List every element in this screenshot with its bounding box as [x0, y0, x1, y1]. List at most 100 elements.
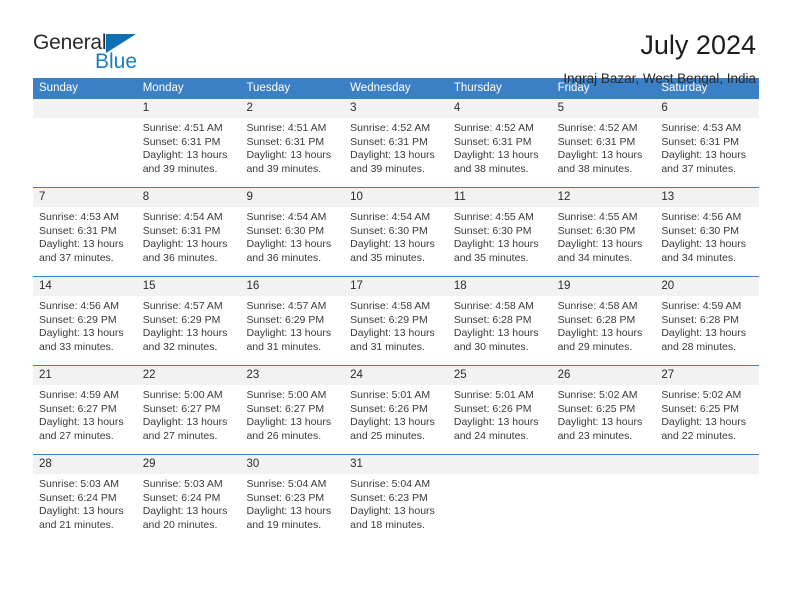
day-number[interactable]: 29	[137, 455, 241, 474]
day-detail-band: Sunrise: 4:59 AM Sunset: 6:27 PM Daylight:…	[33, 385, 759, 454]
day-cell[interactable]: Sunrise: 4:55 AM Sunset: 6:30 PM Daylight:…	[448, 207, 552, 276]
day-number[interactable]: 25	[448, 366, 552, 385]
calendar-weeks: 1 2 3 4 5 6 Sunrise: 4:51 AM Sunset: 6:31 PM Day…	[33, 99, 760, 543]
day-cell[interactable]: Sunrise: 4:52 AM Sunset: 6:31 PM Daylight:…	[448, 118, 552, 187]
day-number[interactable]: 17	[344, 277, 448, 296]
day-info-line: Sunrise: 4:55 AM	[453, 211, 534, 223]
day-number[interactable]: 30	[240, 455, 344, 474]
day-cell[interactable]: Sunrise: 5:00 AM Sunset: 6:27 PM Daylight:…	[137, 385, 241, 454]
day-info-line: Sunset: 6:24 PM	[142, 491, 221, 504]
day-cell[interactable]: Sunrise: 5:02 AM Sunset: 6:25 PM Daylight:…	[655, 385, 759, 454]
day-info-line: and 24 minutes.	[453, 429, 529, 442]
day-info-line: Sunset: 6:29 PM	[246, 313, 325, 326]
day-cell[interactable]: Sunrise: 4:59 AM Sunset: 6:28 PM Daylight:…	[655, 296, 759, 365]
day-info-line: Sunset: 6:31 PM	[246, 135, 325, 148]
day-cell[interactable]: Sunrise: 4:58 AM Sunset: 6:28 PM Daylight:…	[552, 296, 656, 365]
day-cell[interactable]: Sunrise: 4:56 AM Sunset: 6:30 PM Daylight:…	[655, 207, 759, 276]
day-info-line: Sunset: 6:29 PM	[350, 313, 428, 326]
day-number[interactable]: 6	[655, 99, 759, 118]
day-cell-empty	[552, 474, 656, 543]
day-number[interactable]: 11	[448, 188, 552, 207]
day-number[interactable]: 9	[240, 188, 344, 207]
day-cell[interactable]: Sunrise: 5:02 AM Sunset: 6:25 PM Daylight:…	[552, 385, 656, 454]
day-number[interactable]: 24	[344, 366, 448, 385]
day-number[interactable]: 15	[137, 277, 241, 296]
day-cell[interactable]: Sunrise: 4:51 AM Sunset: 6:31 PM Daylight:…	[137, 118, 241, 187]
day-info-line: Sunrise: 4:51 AM	[142, 122, 223, 134]
day-cell[interactable]: Sunrise: 5:04 AM Sunset: 6:23 PM Daylight:…	[344, 474, 448, 543]
day-number[interactable]: 12	[552, 188, 656, 207]
day-cell[interactable]: Sunrise: 4:58 AM Sunset: 6:28 PM Daylight:…	[448, 296, 552, 365]
day-info-line: Sunrise: 4:53 AM	[39, 211, 119, 223]
calendar-week-row: 21 22 23 24 25 26 27 Sunrise: 4:59 AM Sunset: 6:…	[33, 365, 759, 454]
day-info-line: Sunset: 6:25 PM	[557, 402, 636, 415]
day-cell[interactable]: Sunrise: 4:52 AM Sunset: 6:31 PM Daylight:…	[552, 118, 656, 187]
day-info-line: Daylight: 13 hours	[350, 416, 435, 429]
day-info-line: and 38 minutes.	[557, 162, 633, 175]
day-number[interactable]: 23	[240, 366, 344, 385]
day-cell[interactable]: Sunrise: 4:54 AM Sunset: 6:31 PM Daylight:…	[137, 207, 241, 276]
day-info-line: Daylight: 13 hours	[661, 238, 746, 251]
day-info-line: Sunrise: 5:00 AM	[246, 389, 327, 401]
day-cell[interactable]: Sunrise: 4:52 AM Sunset: 6:31 PM Daylight:…	[344, 118, 448, 187]
day-number[interactable]: 14	[33, 277, 137, 296]
day-cell[interactable]: Sunrise: 4:54 AM Sunset: 6:30 PM Daylight:…	[240, 207, 344, 276]
day-number[interactable]: 19	[552, 277, 656, 296]
day-cell[interactable]: Sunrise: 4:53 AM Sunset: 6:31 PM Daylight:…	[655, 118, 759, 187]
day-cell[interactable]: Sunrise: 4:57 AM Sunset: 6:29 PM Daylight:…	[240, 296, 344, 365]
day-cell[interactable]: Sunrise: 4:59 AM Sunset: 6:27 PM Daylight:…	[33, 385, 137, 454]
day-info-line: Sunrise: 5:03 AM	[142, 478, 223, 490]
day-info-line: Sunset: 6:23 PM	[246, 491, 325, 504]
day-cell[interactable]: Sunrise: 4:56 AM Sunset: 6:29 PM Daylight:…	[33, 296, 137, 365]
day-cell[interactable]: Sunrise: 5:04 AM Sunset: 6:23 PM Daylight:…	[240, 474, 344, 543]
day-cell[interactable]: Sunrise: 4:53 AM Sunset: 6:31 PM Daylight:…	[33, 207, 137, 276]
day-cell[interactable]: Sunrise: 5:01 AM Sunset: 6:26 PM Daylight:…	[344, 385, 448, 454]
day-number[interactable]: 27	[655, 366, 759, 385]
day-cell[interactable]: Sunrise: 4:54 AM Sunset: 6:30 PM Daylight:…	[344, 207, 448, 276]
day-number-empty	[447, 455, 552, 474]
day-number[interactable]: 21	[33, 366, 137, 385]
day-info-line: Sunset: 6:31 PM	[350, 135, 428, 148]
day-info-line: Sunrise: 5:01 AM	[453, 389, 534, 401]
day-cell-empty	[655, 474, 759, 543]
day-number[interactable]: 18	[448, 277, 552, 296]
day-number-band: 21 22 23 24 25 26 27	[33, 366, 759, 385]
day-cell[interactable]: Sunrise: 5:00 AM Sunset: 6:27 PM Daylight:…	[240, 385, 344, 454]
day-number[interactable]: 26	[552, 366, 656, 385]
day-number[interactable]: 7	[33, 188, 137, 207]
day-cell[interactable]: Sunrise: 4:51 AM Sunset: 6:31 PM Daylight:…	[240, 118, 344, 187]
day-number[interactable]: 5	[552, 99, 656, 118]
day-cell[interactable]: Sunrise: 4:57 AM Sunset: 6:29 PM Daylight:…	[137, 296, 241, 365]
day-cell[interactable]: Sunrise: 4:55 AM Sunset: 6:30 PM Daylight:…	[552, 207, 656, 276]
day-number-band: 28 29 30 31	[33, 455, 760, 474]
day-info-line: Sunset: 6:26 PM	[453, 402, 532, 415]
day-detail-band: Sunrise: 4:51 AM Sunset: 6:31 PM Daylight:…	[33, 118, 759, 187]
day-number[interactable]: 8	[137, 188, 241, 207]
day-number[interactable]: 4	[448, 99, 552, 118]
day-number[interactable]: 1	[137, 99, 241, 118]
day-cell[interactable]: Sunrise: 5:03 AM Sunset: 6:24 PM Daylight:…	[137, 474, 241, 543]
day-cell[interactable]: Sunrise: 4:58 AM Sunset: 6:29 PM Daylight:…	[344, 296, 448, 365]
day-number[interactable]: 31	[344, 455, 448, 474]
day-info-line: Daylight: 13 hours	[453, 416, 539, 429]
day-info-line: Sunrise: 5:02 AM	[557, 389, 638, 401]
day-detail-band: Sunrise: 4:53 AM Sunset: 6:31 PM Daylight:…	[33, 207, 759, 276]
day-info-line: and 38 minutes.	[453, 162, 529, 175]
day-info-line: Daylight: 13 hours	[453, 238, 539, 251]
day-number[interactable]: 22	[137, 366, 241, 385]
day-number[interactable]: 20	[655, 277, 759, 296]
day-cell[interactable]: Sunrise: 5:03 AM Sunset: 6:24 PM Daylight:…	[33, 474, 137, 543]
general-blue-logo[interactable]: General Blue	[33, 28, 143, 72]
day-info-line: and 27 minutes.	[39, 429, 114, 442]
day-number[interactable]: 3	[344, 99, 448, 118]
day-number[interactable]: 10	[344, 188, 448, 207]
day-cell[interactable]: Sunrise: 5:01 AM Sunset: 6:26 PM Daylight:…	[448, 385, 552, 454]
calendar-week-row: 14 15 16 17 18 19 20 Sunrise: 4:56 AM Sunset: 6:…	[33, 276, 759, 365]
day-number[interactable]: 2	[240, 99, 344, 118]
day-number[interactable]: 16	[240, 277, 344, 296]
day-info-line: and 30 minutes.	[453, 340, 529, 353]
day-info-line: Sunset: 6:27 PM	[39, 402, 117, 415]
day-info-line: Sunrise: 4:58 AM	[350, 300, 431, 312]
day-number[interactable]: 28	[33, 455, 137, 474]
day-number[interactable]: 13	[655, 188, 759, 207]
